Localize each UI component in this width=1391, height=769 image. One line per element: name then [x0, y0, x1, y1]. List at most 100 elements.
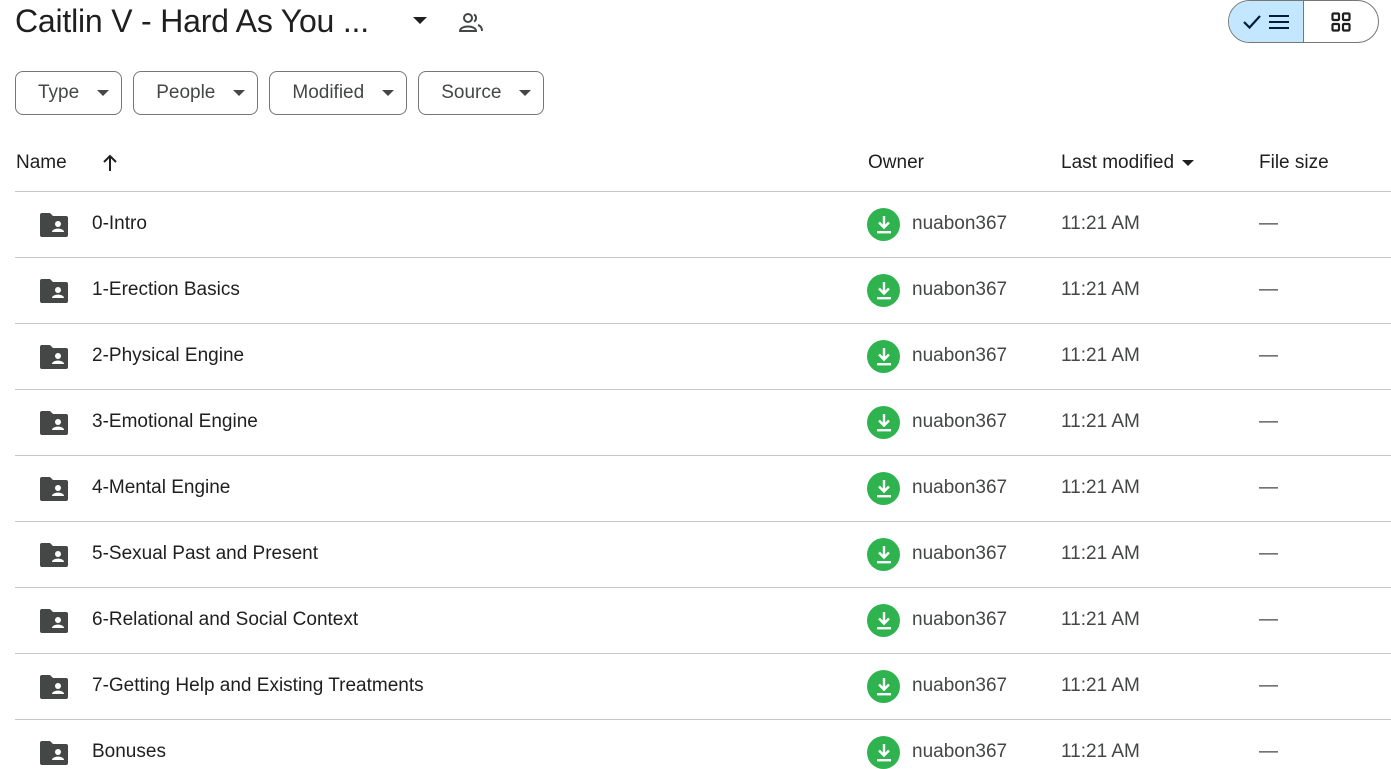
owner-avatar — [867, 736, 900, 769]
shared-folder-icon — [40, 279, 68, 303]
table-row[interactable]: 6-Relational and Social Context nuabon36… — [15, 588, 1391, 654]
people-icon[interactable] — [456, 8, 486, 36]
type-filter-chip[interactable]: Type — [15, 71, 123, 115]
list-view-button[interactable] — [1229, 1, 1304, 42]
table-row[interactable]: 3-Emotional Engine nuabon367 11:21 AM — — [15, 390, 1391, 456]
download-icon — [876, 611, 891, 629]
modified-filter-chip[interactable]: Modified — [269, 71, 408, 115]
table-row[interactable]: 4-Mental Engine nuabon367 11:21 AM — — [15, 456, 1391, 522]
file-size-value: — — [1259, 675, 1278, 696]
owner-avatar — [867, 604, 900, 637]
download-icon — [876, 479, 891, 497]
file-size-value: — — [1259, 411, 1278, 432]
file-name: 7-Getting Help and Existing Treatments — [92, 675, 424, 696]
filter-chips: Type People Modified Source — [15, 71, 545, 115]
download-icon — [876, 677, 891, 695]
arrow-drop-down-icon — [233, 89, 246, 97]
file-name: 6-Relational and Social Context — [92, 609, 359, 630]
last-modified-column-header[interactable]: Last modified — [1061, 152, 1195, 174]
shared-folder-icon — [40, 675, 68, 699]
file-name: 3-Emotional Engine — [92, 411, 258, 432]
owner-name: nuabon367 — [912, 609, 1008, 630]
file-size-value: — — [1259, 543, 1278, 564]
view-toggle — [1228, 0, 1379, 43]
arrow-drop-down-icon — [519, 89, 532, 97]
file-size-value: — — [1259, 609, 1278, 630]
shared-folder-icon — [40, 741, 68, 765]
arrow-up-icon[interactable] — [99, 151, 121, 175]
last-modified-label: Last modified — [1061, 152, 1175, 173]
owner-name: nuabon367 — [912, 279, 1008, 300]
owner-avatar — [867, 340, 900, 373]
name-column-header[interactable]: Name — [16, 152, 67, 174]
owner-name: nuabon367 — [912, 477, 1008, 498]
owner-name: nuabon367 — [912, 741, 1008, 762]
last-modified-value: 11:21 AM — [1061, 609, 1140, 630]
shared-folder-icon — [40, 543, 68, 567]
owner-avatar — [867, 406, 900, 439]
owner-avatar — [867, 472, 900, 505]
owner-avatar — [867, 670, 900, 703]
arrow-drop-down-icon — [1182, 159, 1195, 167]
file-size-value: — — [1259, 345, 1278, 366]
header-bar: Caitlin V - Hard As You ... — [0, 0, 1391, 46]
shared-folder-icon — [40, 213, 68, 237]
owner-name: nuabon367 — [912, 213, 1008, 234]
file-name: 5-Sexual Past and Present — [92, 543, 319, 564]
table-header: Name Owner Last modified File size — [15, 136, 1391, 192]
table-row[interactable]: 1-Erection Basics nuabon367 11:21 AM — — [15, 258, 1391, 324]
file-name: 0-Intro — [92, 213, 147, 234]
owner-name: nuabon367 — [912, 411, 1008, 432]
file-size-value: — — [1259, 213, 1278, 234]
last-modified-value: 11:21 AM — [1061, 741, 1140, 762]
download-icon — [876, 347, 891, 365]
table-body: 0-Intro nuabon367 11:21 AM — 1-Erection … — [15, 192, 1391, 769]
grid-view-button[interactable] — [1304, 1, 1379, 42]
last-modified-value: 11:21 AM — [1061, 477, 1140, 498]
table-row[interactable]: 7-Getting Help and Existing Treatments n… — [15, 654, 1391, 720]
owner-name: nuabon367 — [912, 543, 1008, 564]
file-size-value: — — [1259, 279, 1278, 300]
shared-folder-icon — [40, 411, 68, 435]
last-modified-value: 11:21 AM — [1061, 675, 1140, 696]
arrow-drop-down-icon[interactable] — [409, 12, 431, 30]
chip-label: Type — [38, 82, 80, 103]
last-modified-value: 11:21 AM — [1061, 345, 1140, 366]
owner-avatar — [867, 208, 900, 241]
chip-label: People — [156, 82, 216, 103]
chip-label: Source — [441, 82, 502, 103]
people-filter-chip[interactable]: People — [133, 71, 259, 115]
file-name: 4-Mental Engine — [92, 477, 231, 498]
last-modified-value: 11:21 AM — [1061, 279, 1140, 300]
last-modified-value: 11:21 AM — [1061, 213, 1140, 234]
owner-name: nuabon367 — [912, 345, 1008, 366]
last-modified-value: 11:21 AM — [1061, 543, 1140, 564]
owner-avatar — [867, 538, 900, 571]
file-name: Bonuses — [92, 741, 166, 762]
download-icon — [876, 413, 891, 431]
table-row[interactable]: Bonuses nuabon367 11:21 AM — — [15, 720, 1391, 769]
checkmark-icon — [1242, 14, 1261, 29]
list-icon — [1268, 14, 1289, 29]
owner-column-header[interactable]: Owner — [868, 152, 924, 174]
grid-icon — [1331, 11, 1351, 32]
arrow-drop-down-icon — [382, 89, 395, 97]
shared-folder-icon — [40, 345, 68, 369]
file-name: 2-Physical Engine — [92, 345, 245, 366]
arrow-drop-down-icon — [97, 89, 110, 97]
owner-avatar — [867, 274, 900, 307]
table-row[interactable]: 2-Physical Engine nuabon367 11:21 AM — — [15, 324, 1391, 390]
table-row[interactable]: 5-Sexual Past and Present nuabon367 11:2… — [15, 522, 1391, 588]
folder-title[interactable]: Caitlin V - Hard As You ... — [15, 2, 369, 40]
chip-label: Modified — [292, 82, 365, 103]
file-size-column-header: File size — [1259, 152, 1329, 173]
shared-folder-icon — [40, 477, 68, 501]
file-size-value: — — [1259, 741, 1278, 762]
download-icon — [876, 281, 891, 299]
file-table: Name Owner Last modified File size 0-Int… — [15, 136, 1391, 769]
table-row[interactable]: 0-Intro nuabon367 11:21 AM — — [15, 192, 1391, 258]
source-filter-chip[interactable]: Source — [418, 71, 545, 115]
download-icon — [876, 215, 891, 233]
owner-name: nuabon367 — [912, 675, 1008, 696]
download-icon — [876, 743, 891, 761]
